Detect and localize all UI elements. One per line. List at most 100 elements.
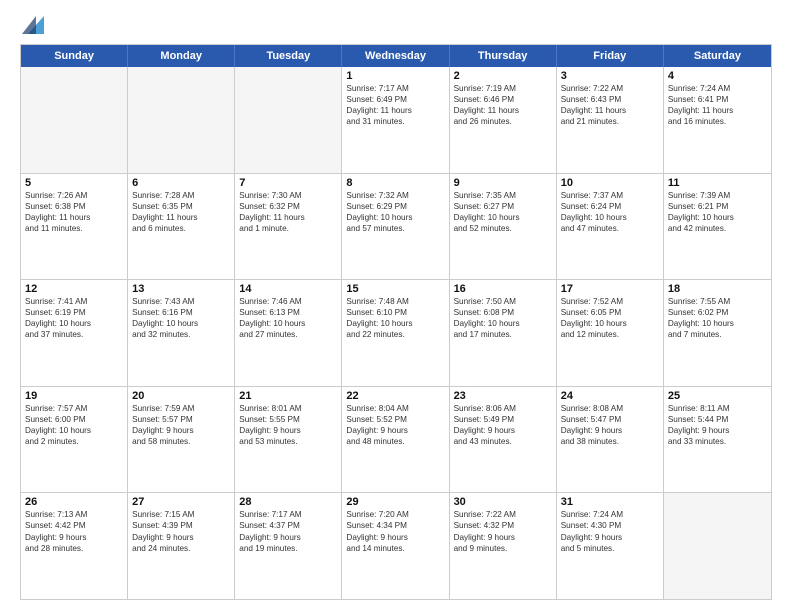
cell-info-line: Sunrise: 7:24 AM [668, 83, 767, 94]
calendar-header: SundayMondayTuesdayWednesdayThursdayFrid… [21, 45, 771, 67]
day-number: 5 [25, 177, 123, 189]
cell-info-line: Sunset: 6:41 PM [668, 94, 767, 105]
day-number: 22 [346, 390, 444, 402]
day-number: 3 [561, 70, 659, 82]
cell-info-line: Daylight: 9 hours [132, 425, 230, 436]
cell-info-line: Sunrise: 7:57 AM [25, 403, 123, 414]
cell-info-line: Daylight: 10 hours [668, 212, 767, 223]
page: SundayMondayTuesdayWednesdayThursdayFrid… [0, 0, 792, 612]
day-number: 19 [25, 390, 123, 402]
cell-info-line: Sunrise: 7:55 AM [668, 296, 767, 307]
day-number: 29 [346, 496, 444, 508]
empty-cell [235, 67, 342, 173]
cell-info-line: Daylight: 9 hours [454, 425, 552, 436]
day-cell-4: 4Sunrise: 7:24 AMSunset: 6:41 PMDaylight… [664, 67, 771, 173]
day-cell-8: 8Sunrise: 7:32 AMSunset: 6:29 PMDaylight… [342, 174, 449, 280]
cell-info-line: Daylight: 11 hours [668, 105, 767, 116]
cell-info-line: Daylight: 10 hours [25, 425, 123, 436]
day-of-week-tuesday: Tuesday [235, 45, 342, 67]
calendar-row-1: 5Sunrise: 7:26 AMSunset: 6:38 PM Daylight… [21, 174, 771, 281]
cell-info-line: Daylight: 10 hours [454, 212, 552, 223]
cell-info-line: Sunrise: 7:26 AM [25, 190, 123, 201]
day-cell-23: 23Sunrise: 8:06 AMSunset: 5:49 PMDayligh… [450, 387, 557, 493]
cell-info-line: Sunrise: 7:59 AM [132, 403, 230, 414]
cell-info-line: Sunrise: 7:46 AM [239, 296, 337, 307]
day-number: 26 [25, 496, 123, 508]
cell-info-line: Sunrise: 7:37 AM [561, 190, 659, 201]
cell-info-line: Daylight: 9 hours [561, 425, 659, 436]
day-cell-13: 13Sunrise: 7:43 AMSunset: 6:16 PMDayligh… [128, 280, 235, 386]
header [20, 18, 772, 34]
cell-info-line: Sunset: 6:16 PM [132, 307, 230, 318]
cell-info-line: Daylight: 9 hours [454, 532, 552, 543]
cell-info-line: and 14 minutes. [346, 543, 444, 554]
cell-info-line: and 32 minutes. [132, 329, 230, 340]
day-of-week-thursday: Thursday [450, 45, 557, 67]
cell-info-line: Sunrise: 7:19 AM [454, 83, 552, 94]
cell-info-line: Sunset: 6:10 PM [346, 307, 444, 318]
cell-info-line: Sunrise: 8:06 AM [454, 403, 552, 414]
cell-info-line: and 28 minutes. [25, 543, 123, 554]
cell-info-line: Sunset: 5:57 PM [132, 414, 230, 425]
cell-info-line: Sunrise: 7:13 AM [25, 509, 123, 520]
day-cell-29: 29Sunrise: 7:20 AMSunset: 4:34 PMDayligh… [342, 493, 449, 599]
cell-info-line: Sunset: 5:52 PM [346, 414, 444, 425]
cell-info-line: Sunset: 5:47 PM [561, 414, 659, 425]
cell-info-line: Sunset: 6:38 PM [25, 201, 123, 212]
cell-info-line: and 37 minutes. [25, 329, 123, 340]
cell-info-line: Daylight: 11 hours [239, 212, 337, 223]
day-number: 13 [132, 283, 230, 295]
day-cell-25: 25Sunrise: 8:11 AMSunset: 5:44 PMDayligh… [664, 387, 771, 493]
cell-info-line: and 11 minutes. [25, 223, 123, 234]
calendar-body: 1Sunrise: 7:17 AMSunset: 6:49 PMDaylight… [21, 67, 771, 599]
day-cell-18: 18Sunrise: 7:55 AMSunset: 6:02 PMDayligh… [664, 280, 771, 386]
cell-info-line: Sunset: 5:44 PM [668, 414, 767, 425]
cell-info-line: Sunrise: 7:32 AM [346, 190, 444, 201]
cell-info-line: Sunrise: 7:20 AM [346, 509, 444, 520]
cell-info-line: Sunrise: 7:22 AM [454, 509, 552, 520]
cell-info-line: Sunrise: 7:30 AM [239, 190, 337, 201]
day-number: 11 [668, 177, 767, 189]
day-cell-17: 17Sunrise: 7:52 AMSunset: 6:05 PMDayligh… [557, 280, 664, 386]
day-cell-20: 20Sunrise: 7:59 AMSunset: 5:57 PMDayligh… [128, 387, 235, 493]
cell-info-line: Sunrise: 8:01 AM [239, 403, 337, 414]
day-number: 15 [346, 283, 444, 295]
day-cell-16: 16Sunrise: 7:50 AMSunset: 6:08 PMDayligh… [450, 280, 557, 386]
empty-cell [128, 67, 235, 173]
day-cell-14: 14Sunrise: 7:46 AMSunset: 6:13 PMDayligh… [235, 280, 342, 386]
cell-info-line: Sunset: 6:46 PM [454, 94, 552, 105]
cell-info-line: and 33 minutes. [668, 436, 767, 447]
day-number: 6 [132, 177, 230, 189]
day-number: 17 [561, 283, 659, 295]
day-number: 7 [239, 177, 337, 189]
cell-info-line: Sunset: 4:39 PM [132, 520, 230, 531]
cell-info-line: Sunrise: 8:08 AM [561, 403, 659, 414]
day-cell-7: 7Sunrise: 7:30 AMSunset: 6:32 PMDaylight… [235, 174, 342, 280]
day-number: 1 [346, 70, 444, 82]
cell-info-line: Sunset: 6:29 PM [346, 201, 444, 212]
day-number: 30 [454, 496, 552, 508]
cell-info-line: Sunset: 4:34 PM [346, 520, 444, 531]
cell-info-line: Daylight: 9 hours [239, 425, 337, 436]
day-number: 31 [561, 496, 659, 508]
cell-info-line: Sunrise: 7:24 AM [561, 509, 659, 520]
day-cell-26: 26Sunrise: 7:13 AMSunset: 4:42 PMDayligh… [21, 493, 128, 599]
day-number: 25 [668, 390, 767, 402]
cell-info-line: Daylight: 9 hours [239, 532, 337, 543]
cell-info-line: and 27 minutes. [239, 329, 337, 340]
day-cell-28: 28Sunrise: 7:17 AMSunset: 4:37 PMDayligh… [235, 493, 342, 599]
day-of-week-wednesday: Wednesday [342, 45, 449, 67]
cell-info-line: Daylight: 10 hours [25, 318, 123, 329]
day-number: 28 [239, 496, 337, 508]
cell-info-line: and 9 minutes. [454, 543, 552, 554]
day-number: 20 [132, 390, 230, 402]
cell-info-line: Daylight: 10 hours [132, 318, 230, 329]
cell-info-line: Sunrise: 7:35 AM [454, 190, 552, 201]
cell-info-line: Daylight: 9 hours [132, 532, 230, 543]
cell-info-line: Sunrise: 7:22 AM [561, 83, 659, 94]
day-number: 10 [561, 177, 659, 189]
day-number: 27 [132, 496, 230, 508]
day-of-week-saturday: Saturday [664, 45, 771, 67]
cell-info-line: Sunset: 6:13 PM [239, 307, 337, 318]
cell-info-line: and 57 minutes. [346, 223, 444, 234]
